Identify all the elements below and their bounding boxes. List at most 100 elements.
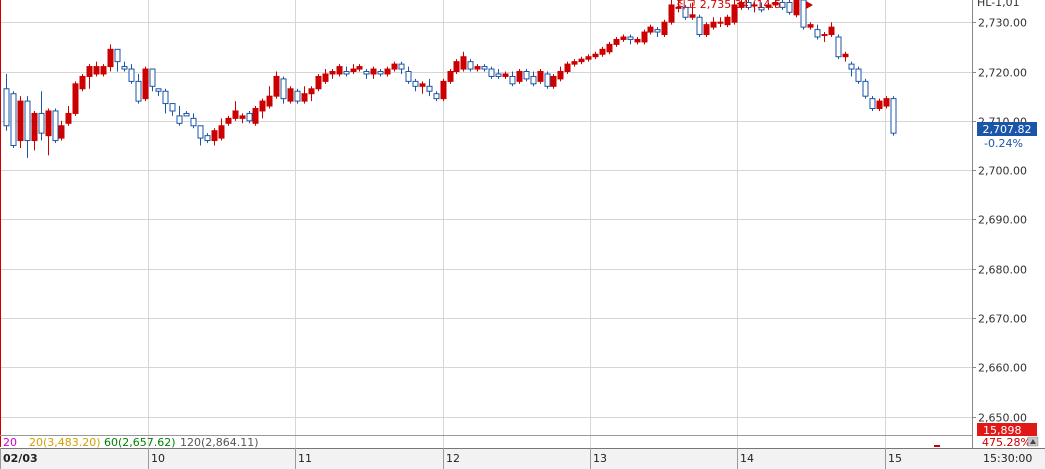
candle-body xyxy=(530,75,537,85)
candle-body xyxy=(17,100,24,142)
candle-body xyxy=(453,61,460,73)
candle-body xyxy=(10,93,17,146)
x-tick-label: 10 xyxy=(151,452,165,465)
candle xyxy=(537,69,544,84)
candle-body xyxy=(225,117,232,124)
candle-body xyxy=(183,112,190,117)
high-annotation: 최고 2,735.34 (14:5 xyxy=(676,0,781,11)
candle-body xyxy=(828,26,835,36)
x-tick-label: 11 xyxy=(298,452,312,465)
candle-body xyxy=(405,71,412,82)
candle-body xyxy=(52,110,59,142)
candle-body xyxy=(654,29,661,33)
candle xyxy=(550,73,557,89)
candle-body xyxy=(585,56,592,60)
y-tick-label: 2,690.00 xyxy=(978,214,1027,227)
ma-legend-item-2: 20(3,483.20) xyxy=(29,436,101,449)
candle-body xyxy=(717,21,724,24)
time-label: 15:30:00 xyxy=(983,452,1032,465)
candle-body xyxy=(710,21,717,28)
candle-body xyxy=(259,100,266,112)
candle-body xyxy=(128,68,135,82)
candle-body xyxy=(114,48,121,63)
candle-body xyxy=(252,108,259,124)
candle-body xyxy=(516,71,523,82)
candle-body xyxy=(301,93,308,102)
candle-body xyxy=(599,48,606,55)
candle xyxy=(786,0,793,15)
candle-body xyxy=(336,66,343,75)
candle-body xyxy=(481,66,488,70)
candle-body xyxy=(107,48,114,68)
candle-body xyxy=(814,29,821,38)
candle xyxy=(52,108,59,144)
candle-body xyxy=(467,61,474,70)
candle-body xyxy=(613,38,620,45)
candle-body xyxy=(38,112,45,134)
candle-body xyxy=(45,110,52,137)
stock-chart: 최고 2,735.34 (14:5 2,730.002,720.002,710.… xyxy=(0,0,1045,469)
candle-body xyxy=(620,36,627,40)
candle-body xyxy=(176,115,183,124)
candle-body xyxy=(544,73,551,87)
candle-body xyxy=(869,98,876,109)
candle xyxy=(661,19,668,37)
candle-body xyxy=(155,88,162,92)
candle-body xyxy=(232,110,239,119)
x-tick-label: 13 xyxy=(593,452,607,465)
candle-body xyxy=(703,24,710,36)
candle xyxy=(862,78,869,99)
candle-body xyxy=(31,112,38,142)
candle xyxy=(79,73,86,92)
candle-body xyxy=(294,90,301,102)
candle-body xyxy=(3,88,10,127)
candle-body xyxy=(79,75,86,90)
ma-legend: 20 20(3,483.20) 60(2,657.62) 120(2,864.1… xyxy=(3,436,259,449)
candle xyxy=(544,71,551,89)
candle xyxy=(287,86,294,104)
plot-area xyxy=(0,0,972,435)
candle-body xyxy=(800,0,807,28)
candle-body xyxy=(668,4,675,23)
candle xyxy=(890,96,897,136)
candle-body xyxy=(661,21,668,36)
candle xyxy=(142,66,149,102)
candle-body xyxy=(571,61,578,65)
candle-body xyxy=(169,103,176,112)
candle-body xyxy=(835,36,842,58)
candle-body xyxy=(384,68,391,75)
candle-body xyxy=(197,125,204,139)
candle-body xyxy=(855,68,862,82)
candle xyxy=(641,29,648,45)
ma-legend-item-3: 60(2,657.62) xyxy=(104,436,176,449)
candle-body xyxy=(100,66,107,75)
candle-body xyxy=(488,68,495,77)
candle-body xyxy=(793,0,800,16)
candle-body xyxy=(93,66,100,75)
candle-body xyxy=(218,125,225,139)
candle-body xyxy=(142,68,149,100)
candle-body xyxy=(149,68,156,87)
candle-body xyxy=(848,63,855,70)
candle-body xyxy=(821,34,828,37)
candle-body xyxy=(211,130,218,142)
candle xyxy=(440,78,447,102)
candle-body xyxy=(377,71,384,75)
candle xyxy=(315,73,322,92)
candle-body xyxy=(350,68,357,73)
candle-body xyxy=(564,63,571,73)
candle-body xyxy=(356,66,363,70)
candle-body xyxy=(287,88,294,102)
candle-body xyxy=(550,75,557,87)
ma-legend-item-1: 20 xyxy=(3,436,17,449)
candle-body xyxy=(308,88,315,95)
candle-body xyxy=(689,14,696,18)
candle-body xyxy=(239,115,246,119)
candle xyxy=(453,59,460,74)
candle-body xyxy=(647,26,654,33)
candle-body xyxy=(343,71,350,75)
candle-body xyxy=(634,38,641,43)
candle-body xyxy=(890,98,897,134)
candle-body xyxy=(329,71,336,75)
candle-body xyxy=(398,63,405,70)
